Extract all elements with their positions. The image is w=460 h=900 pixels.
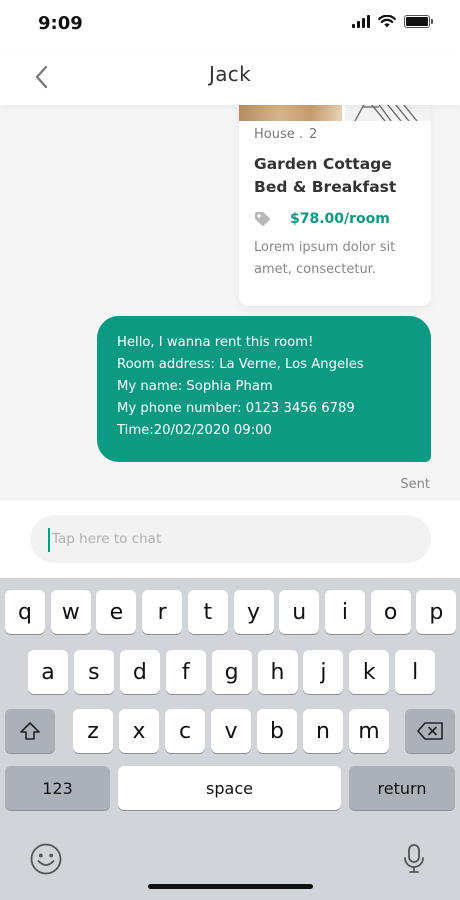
key-e[interactable]: e xyxy=(96,590,137,634)
key-x[interactable]: x xyxy=(119,709,159,753)
microphone-icon xyxy=(404,844,424,873)
price-tag-icon xyxy=(255,212,271,227)
key-i[interactable]: i xyxy=(324,590,365,634)
keyboard: qwertyuiop asdfghjkl zxcvbnm 123 space r… xyxy=(0,578,460,900)
message-line: Time:20/02/2020 09:00 xyxy=(117,423,272,438)
home-indicator xyxy=(148,884,313,889)
key-o[interactable]: o xyxy=(370,590,411,634)
key-p[interactable]: p xyxy=(416,590,457,634)
key-v[interactable]: v xyxy=(211,709,251,753)
key-b[interactable]: b xyxy=(257,709,297,753)
message-bubble[interactable]: Hello, I wanna rent this room! Room addr… xyxy=(97,316,431,462)
listing-image xyxy=(239,105,431,122)
shift-key[interactable] xyxy=(5,709,55,753)
message-status: Sent xyxy=(400,477,430,492)
key-s[interactable]: s xyxy=(73,650,114,694)
delete-key[interactable] xyxy=(405,709,455,753)
chat-area[interactable]: House .2 Garden Cottage Bed & Breakfast … xyxy=(0,105,460,501)
key-l[interactable]: l xyxy=(395,650,436,694)
return-key[interactable]: return xyxy=(349,766,455,810)
emoji-icon xyxy=(30,843,62,875)
status-time: 9:09 xyxy=(38,13,83,34)
message-line: My name: Sophia Pham xyxy=(117,379,273,394)
listing-price: $78.00/room xyxy=(290,211,390,227)
key-y[interactable]: y xyxy=(233,590,274,634)
battery-icon xyxy=(404,15,433,28)
price-row: $78.00/room xyxy=(254,211,390,227)
key-t[interactable]: t xyxy=(187,590,228,634)
key-d[interactable]: d xyxy=(119,650,160,694)
key-g[interactable]: g xyxy=(211,650,252,694)
key-j[interactable]: j xyxy=(303,650,344,694)
key-w[interactable]: w xyxy=(50,590,91,634)
listing-description: Lorem ipsum dolor sit amet, consectetur. xyxy=(254,240,396,277)
key-m[interactable]: m xyxy=(349,709,389,753)
key-f[interactable]: f xyxy=(165,650,206,694)
cellular-signal-icon xyxy=(352,15,370,28)
emoji-button[interactable] xyxy=(28,841,64,881)
status-icons xyxy=(352,15,433,28)
listing-photo-2 xyxy=(345,105,431,122)
listing-count: 2 xyxy=(309,127,318,142)
listing-type: House . xyxy=(254,127,304,142)
key-c[interactable]: c xyxy=(165,709,205,753)
listing-photo xyxy=(239,105,342,121)
listing-card[interactable]: House .2 Garden Cottage Bed & Breakfast … xyxy=(239,105,431,306)
key-z[interactable]: z xyxy=(73,709,113,753)
text-caret xyxy=(48,528,50,552)
composer xyxy=(0,501,460,578)
backspace-icon xyxy=(417,722,443,740)
numbers-key[interactable]: 123 xyxy=(5,766,110,810)
key-n[interactable]: n xyxy=(303,709,343,753)
listing-meta: House . 2 xyxy=(254,127,317,142)
wifi-icon xyxy=(378,15,396,28)
key-r[interactable]: r xyxy=(142,590,183,634)
chat-input[interactable] xyxy=(30,515,431,563)
key-h[interactable]: h xyxy=(257,650,298,694)
message-line: Hello, I wanna rent this room! xyxy=(117,335,314,350)
message-line: My phone number: 0123 3456 6789 xyxy=(117,401,355,416)
space-key[interactable]: space xyxy=(118,766,341,810)
chat-header: Jack xyxy=(0,50,460,105)
page-title: Jack xyxy=(209,62,251,86)
key-k[interactable]: k xyxy=(349,650,390,694)
message-line: Room address: La Verne, Los Angeles xyxy=(117,357,364,372)
dictation-button[interactable] xyxy=(402,841,426,881)
key-a[interactable]: a xyxy=(28,650,68,694)
key-q[interactable]: q xyxy=(5,590,45,634)
status-bar: 9:09 xyxy=(0,0,460,50)
listing-title: Garden Cottage Bed & Breakfast xyxy=(254,155,397,196)
key-u[interactable]: u xyxy=(279,590,320,634)
shift-icon xyxy=(20,722,40,740)
